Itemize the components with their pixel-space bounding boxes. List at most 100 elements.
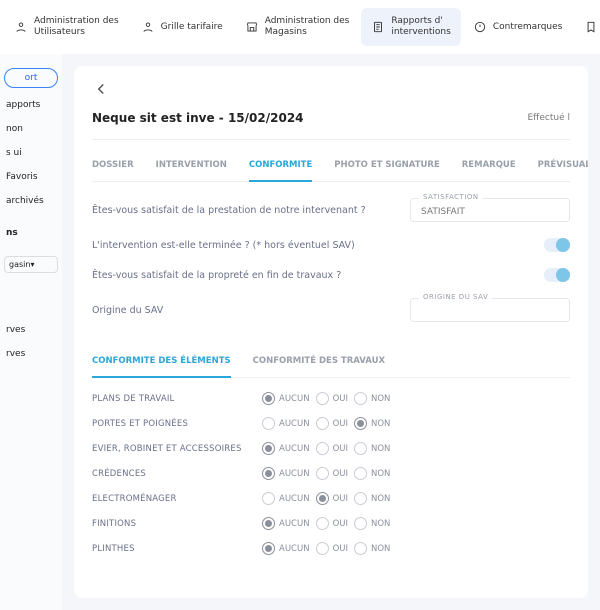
option-label: NON bbox=[371, 544, 390, 554]
radio-icon bbox=[354, 517, 367, 530]
option-non[interactable]: NON bbox=[354, 467, 390, 480]
top-nav: Administration desUtilisateurs Grille tar… bbox=[0, 0, 600, 54]
option-non[interactable]: NON bbox=[354, 392, 390, 405]
radio-icon bbox=[316, 492, 329, 505]
option-non[interactable]: NON bbox=[354, 417, 390, 430]
subtab[interactable]: CONFORMITE DES ÉLÉMENTS bbox=[92, 346, 231, 378]
item-label: ELECTROMÉNAGER bbox=[92, 494, 262, 504]
sidebar-pill[interactable]: ort bbox=[4, 68, 58, 88]
option-aucun[interactable]: AUCUN bbox=[262, 467, 310, 480]
sidebar-item[interactable]: rves bbox=[4, 323, 58, 337]
conformity-row: PLINTHES AUCUN OUI NON bbox=[92, 542, 570, 555]
option-label: AUCUN bbox=[279, 519, 310, 529]
option-label: NON bbox=[371, 394, 390, 404]
tab[interactable]: DOSSIER bbox=[92, 150, 134, 181]
option-oui[interactable]: OUI bbox=[316, 542, 348, 555]
nav-item[interactable]: Contremarques bbox=[463, 12, 573, 42]
option-non[interactable]: NON bbox=[354, 442, 390, 455]
radio-icon bbox=[354, 467, 367, 480]
option-label: NON bbox=[371, 419, 390, 429]
toggle-finished[interactable] bbox=[544, 238, 570, 252]
nav-item[interactable]: Grille tarifaire bbox=[131, 12, 233, 42]
option-label: AUCUN bbox=[279, 444, 310, 454]
option-aucun[interactable]: AUCUN bbox=[262, 392, 310, 405]
sidebar-select[interactable]: gasin▾ bbox=[4, 256, 58, 273]
option-non[interactable]: NON bbox=[354, 517, 390, 530]
item-label: FINITIONS bbox=[92, 519, 262, 529]
report-card: Neque sit est inve - 15/02/2024 Effectué… bbox=[74, 66, 588, 598]
nav-icon bbox=[371, 20, 385, 34]
conformity-row: CRÉDENCESAUCUNOUINON bbox=[92, 467, 570, 480]
option-label: NON bbox=[371, 494, 390, 504]
option-label: AUCUN bbox=[279, 419, 310, 429]
option-label: OUI bbox=[333, 494, 348, 504]
nav-item[interactable]: Reserves bbox=[574, 12, 600, 42]
sidebar-item[interactable]: s ui bbox=[4, 146, 58, 160]
option-aucun[interactable]: AUCUN bbox=[262, 492, 310, 505]
option-non[interactable]: NON bbox=[354, 542, 390, 555]
option-label: OUI bbox=[333, 419, 348, 429]
radio-icon bbox=[262, 442, 275, 455]
radio-icon bbox=[316, 442, 329, 455]
option-aucun[interactable]: AUCUN bbox=[262, 517, 310, 530]
radio-icon bbox=[262, 392, 275, 405]
radio-icon bbox=[316, 542, 329, 555]
nav-item[interactable]: Administration desUtilisateurs bbox=[4, 8, 129, 46]
sidebar-item[interactable]: non bbox=[4, 122, 58, 136]
tab[interactable]: CONFORMITE bbox=[249, 150, 312, 182]
option-oui[interactable]: OUI bbox=[316, 517, 348, 530]
radio-icon bbox=[316, 392, 329, 405]
sidebar-item[interactable]: Favoris bbox=[4, 170, 58, 184]
radio-icon bbox=[354, 542, 367, 555]
toggle-clean[interactable] bbox=[544, 268, 570, 282]
section-tabs: DOSSIER INTERVENTION CONFORMITE PHOTO ET SI… bbox=[92, 150, 570, 182]
radio-icon bbox=[262, 467, 275, 480]
option-non[interactable]: NON bbox=[354, 492, 390, 505]
sidebar: ort apports non s ui Favoris archivés ns… bbox=[0, 54, 62, 610]
item-label: PLANS DE TRAVAIL bbox=[92, 394, 262, 404]
item-label: PLINTHES bbox=[92, 544, 262, 554]
origin-field[interactable]: ORIGINE DU SAV bbox=[410, 298, 570, 322]
option-oui[interactable]: OUI bbox=[316, 492, 348, 505]
nav-label: Administration desUtilisateurs bbox=[34, 16, 119, 38]
option-oui[interactable]: OUI bbox=[316, 392, 348, 405]
tab[interactable]: PHOTO ET SIGNATURE bbox=[334, 150, 439, 181]
nav-label: Administration desMagasins bbox=[265, 16, 350, 38]
sidebar-item[interactable]: archivés bbox=[4, 194, 58, 208]
option-aucun[interactable]: AUCUN bbox=[262, 442, 310, 455]
sidebar-item[interactable]: apports bbox=[4, 98, 58, 112]
question-origin: Origine du SAV bbox=[92, 305, 400, 316]
option-oui[interactable]: OUI bbox=[316, 467, 348, 480]
conformity-row: EVIER, ROBINET ET ACCESSOIRESAUCUNOUINON bbox=[92, 442, 570, 455]
radio-icon bbox=[354, 417, 367, 430]
nav-icon bbox=[473, 20, 487, 34]
tab[interactable]: REMARQUE bbox=[462, 150, 516, 181]
option-oui[interactable]: OUI bbox=[316, 442, 348, 455]
conformity-row: FINITIONS AUCUN OUI NON bbox=[92, 517, 570, 530]
option-aucun[interactable]: AUCUN bbox=[262, 542, 310, 555]
option-label: AUCUN bbox=[279, 394, 310, 404]
sidebar-item[interactable]: rves bbox=[4, 347, 58, 361]
tab[interactable]: INTERVENTION bbox=[156, 150, 227, 181]
question-finished: L'intervention est-elle terminée ? (* ho… bbox=[92, 240, 534, 251]
satisfaction-field[interactable]: SATISFACTION SATISFAIT bbox=[410, 198, 570, 222]
nav-label: Grille tarifaire bbox=[161, 22, 223, 33]
nav-item[interactable]: Administration desMagasins bbox=[235, 8, 360, 46]
tab[interactable]: PRÉVISUALISER LE RAPPORT bbox=[538, 150, 588, 181]
nav-icon bbox=[245, 20, 259, 34]
page-byline: Effectué l bbox=[527, 113, 570, 123]
radio-icon bbox=[354, 392, 367, 405]
question-clean: Êtes-vous satisfait de la propreté en fi… bbox=[92, 270, 534, 281]
nav-icon bbox=[584, 20, 598, 34]
option-aucun[interactable]: AUCUN bbox=[262, 417, 310, 430]
option-label: OUI bbox=[333, 544, 348, 554]
sidebar-heading: ns bbox=[4, 226, 58, 240]
option-oui[interactable]: OUI bbox=[316, 417, 348, 430]
option-label: NON bbox=[371, 444, 390, 454]
radio-icon bbox=[262, 542, 275, 555]
subtab[interactable]: CONFORMITÉ DES TRAVAUX bbox=[253, 346, 385, 377]
back-button[interactable] bbox=[92, 80, 570, 101]
option-label: AUCUN bbox=[279, 544, 310, 554]
radio-icon bbox=[316, 467, 329, 480]
nav-item[interactable]: Rapports d'interventions bbox=[361, 8, 460, 46]
